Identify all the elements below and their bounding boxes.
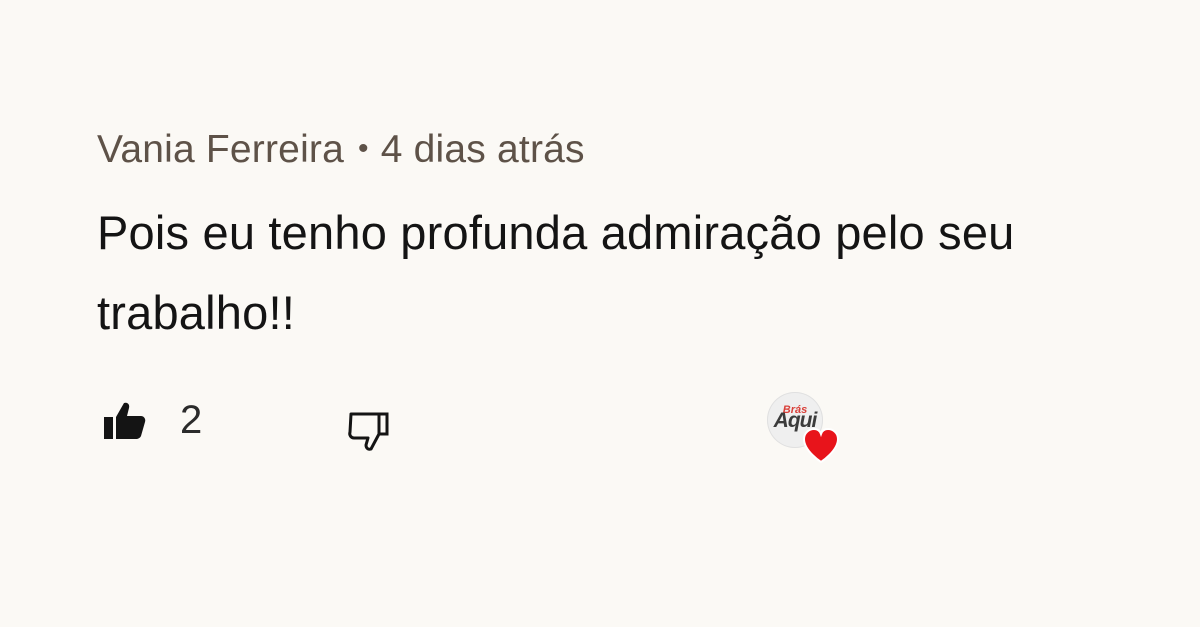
thumbs-up-icon (104, 402, 146, 439)
comment-text: Pois eu tenho profunda admiração pelo se… (97, 206, 1015, 339)
comment-actions: 2 Brás Aqui (97, 392, 1097, 472)
author-name[interactable]: Vania Ferreira (97, 128, 344, 171)
creator-heart[interactable]: Brás Aqui (767, 392, 847, 472)
comment: Vania Ferreira • 4 dias atrás Pois eu tenh… (97, 0, 1177, 627)
like-count: 2 (180, 398, 203, 442)
comment-timestamp[interactable]: 4 dias atrás (381, 128, 585, 171)
like-button[interactable] (101, 398, 149, 446)
thumbs-down-icon (348, 412, 389, 451)
comment-header: Vania Ferreira • 4 dias atrás (97, 128, 585, 172)
heart-icon (802, 427, 840, 464)
dislike-button[interactable] (345, 408, 393, 456)
separator-dot: • (358, 132, 369, 165)
